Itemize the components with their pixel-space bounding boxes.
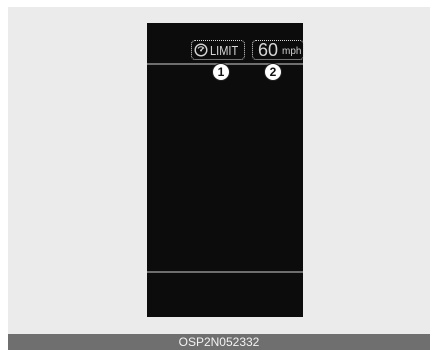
speed-limiter-icon <box>194 43 208 57</box>
callout-1: 1 <box>212 63 230 81</box>
speed-limiter-indicator: LIMIT <box>191 40 245 60</box>
limit-label: LIMIT <box>210 43 239 58</box>
callout-2: 2 <box>264 63 282 81</box>
display-bottom-divider <box>147 271 303 273</box>
set-speed-value: 60 <box>258 40 279 60</box>
set-speed-indicator: 60 mph <box>252 40 304 60</box>
figure-caption: OSP2N052332 <box>8 334 430 350</box>
speed-unit: mph <box>282 46 302 57</box>
